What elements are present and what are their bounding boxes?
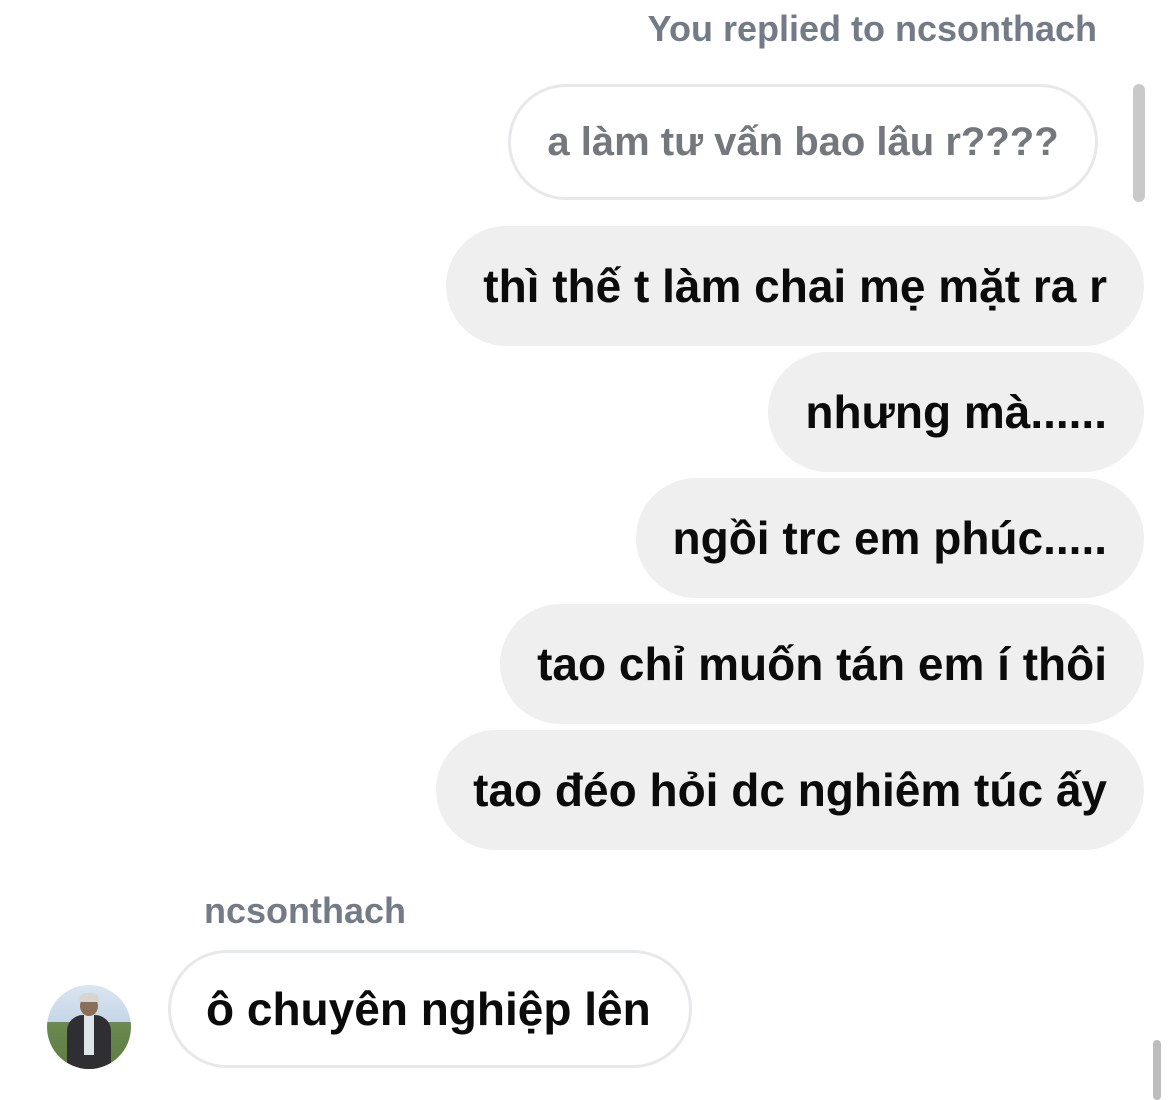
outgoing-message-text: thì thế t làm chai mẹ mặt ra r (483, 260, 1107, 312)
avatar-figure-shirt (84, 1015, 94, 1055)
scrollbar-thumb-lower[interactable] (1153, 1040, 1161, 1100)
outgoing-message-text: ngồi trc em phúc..... (672, 512, 1107, 564)
outgoing-message-bubble[interactable]: thì thế t làm chai mẹ mặt ra r (446, 226, 1144, 346)
sender-avatar[interactable] (47, 985, 131, 1069)
reply-context-label: You replied to ncsonthach (647, 8, 1097, 49)
outgoing-message-bubble[interactable]: tao chỉ muốn tán em í thôi (500, 604, 1144, 724)
quoted-message-text: a làm tư vấn bao lâu r???? (547, 119, 1059, 164)
outgoing-message-bubble[interactable]: ngồi trc em phúc..... (635, 478, 1144, 598)
quoted-message-bubble[interactable]: a làm tư vấn bao lâu r???? (508, 84, 1098, 200)
outgoing-message-bubble[interactable]: nhưng mà...... (768, 352, 1144, 472)
outgoing-message-text: tao đéo hỏi dc nghiêm túc ấy (473, 764, 1107, 816)
sender-name: ncsonthach (204, 890, 407, 931)
outgoing-message-text: tao chỉ muốn tán em í thôi (537, 638, 1107, 690)
outgoing-message-bubble[interactable]: tao đéo hỏi dc nghiêm túc ấy (436, 730, 1144, 850)
incoming-message-text: ô chuyên nghiệp lên (206, 983, 651, 1035)
outgoing-message-text: nhưng mà...... (805, 386, 1107, 438)
scrollbar-thumb[interactable] (1133, 84, 1145, 202)
avatar-figure-hair (79, 993, 99, 1002)
incoming-message-bubble[interactable]: ô chuyên nghiệp lên (168, 950, 692, 1068)
